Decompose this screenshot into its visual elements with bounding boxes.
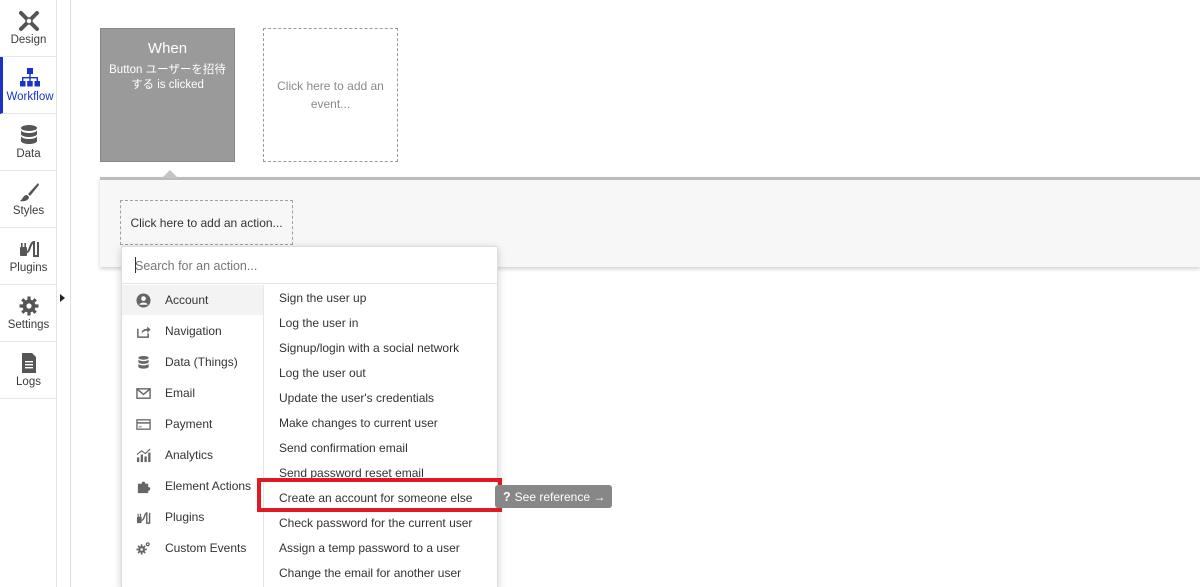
- nav-label-design: Design: [10, 34, 47, 46]
- plug-icon: [19, 240, 39, 257]
- action-search-input[interactable]: [135, 256, 485, 276]
- nav-label-styles: Styles: [12, 205, 45, 217]
- category-list: Account Navigation Data (Things) Email P…: [122, 285, 264, 587]
- question-icon: ?: [503, 489, 511, 504]
- event-description: Button ユーザーを招待する is clicked: [109, 64, 226, 91]
- action-update-credentials[interactable]: Update the user's credentials: [265, 385, 497, 410]
- action-search-bar: [122, 247, 497, 284]
- envelope-icon: [136, 387, 151, 399]
- action-assign-temp-password[interactable]: Assign a temp password to a user: [265, 535, 497, 560]
- nav-item-workflow[interactable]: Workflow: [0, 57, 57, 114]
- event-card[interactable]: When Button ユーザーを招待する is clicked: [100, 28, 235, 162]
- category-label: Data (Things): [165, 355, 238, 369]
- add-action-label: Click here to add an action...: [130, 215, 283, 230]
- action-send-password-reset[interactable]: Send password reset email: [265, 460, 497, 485]
- action-check-password[interactable]: Check password for the current user: [265, 510, 497, 535]
- nav-item-styles[interactable]: Styles: [0, 171, 57, 228]
- see-reference-button[interactable]: ? See reference →: [495, 485, 612, 508]
- brush-icon: [19, 183, 39, 202]
- category-label: Account: [165, 293, 209, 307]
- document-icon: [21, 353, 36, 373]
- puzzle-icon: [137, 481, 151, 493]
- share-arrow-icon: [137, 325, 151, 338]
- text-cursor: [135, 257, 136, 273]
- action-log-out[interactable]: Log the user out: [265, 360, 497, 385]
- action-make-changes-current-user[interactable]: Make changes to current user: [265, 410, 497, 435]
- action-list: Sign the user up Log the user in Signup/…: [265, 285, 497, 587]
- action-picker-dropdown: Account Navigation Data (Things): [121, 246, 498, 587]
- action-send-confirmation-email[interactable]: Send confirmation email: [265, 435, 497, 460]
- nav-label-plugins: Plugins: [9, 262, 48, 274]
- credit-card-icon: [136, 418, 151, 430]
- nav-item-logs[interactable]: Logs: [0, 342, 57, 399]
- category-label: Analytics: [165, 448, 214, 462]
- sidebar-expand-icon[interactable]: [60, 294, 65, 302]
- bubble-editor: Design Workflow Data Styles Plugins Sett…: [0, 0, 1200, 587]
- category-email[interactable]: Email: [122, 378, 263, 408]
- nav-label-logs: Logs: [16, 376, 41, 388]
- add-action-button[interactable]: Click here to add an action...: [120, 200, 293, 245]
- workflow-icon: [20, 68, 40, 87]
- nav-label-data: Data: [16, 148, 41, 160]
- category-data-things[interactable]: Data (Things): [122, 347, 263, 377]
- left-nav: Design Workflow Data Styles Plugins Sett…: [0, 0, 57, 587]
- nav-item-settings[interactable]: Settings: [0, 285, 57, 342]
- category-custom-events[interactable]: Custom Events: [122, 533, 263, 563]
- category-label: Plugins: [165, 510, 205, 524]
- database-icon: [138, 355, 149, 369]
- category-analytics[interactable]: Analytics: [122, 440, 263, 470]
- see-reference-label: See reference →: [514, 489, 606, 504]
- action-sign-up[interactable]: Sign the user up: [265, 285, 497, 310]
- category-label: Element Actions: [165, 479, 252, 493]
- category-label: Payment: [165, 417, 213, 431]
- event-pointer: [162, 170, 178, 178]
- nav-item-data[interactable]: Data: [0, 114, 57, 171]
- design-icon: [18, 11, 39, 31]
- category-navigation[interactable]: Navigation: [122, 316, 263, 346]
- nav-label-settings: Settings: [7, 319, 50, 331]
- gear-icon: [19, 296, 38, 316]
- category-payment[interactable]: Payment: [122, 409, 263, 439]
- category-label: Custom Events: [165, 541, 247, 555]
- add-event-label: Click here to add an event...: [277, 79, 384, 111]
- category-label: Email: [165, 386, 196, 400]
- divider: [70, 0, 71, 587]
- nav-label-workflow: Workflow: [6, 91, 54, 103]
- event-title: When: [147, 40, 188, 57]
- add-event-button[interactable]: Click here to add an event...: [263, 28, 398, 162]
- gears-icon: [136, 541, 150, 555]
- category-label: Navigation: [165, 324, 222, 338]
- database-icon: [20, 125, 37, 144]
- user-circle-icon: [136, 292, 151, 308]
- category-plugins[interactable]: Plugins: [122, 502, 263, 532]
- nav-item-design[interactable]: Design: [0, 0, 57, 57]
- action-create-account-for-someone[interactable]: Create an account for someone else: [265, 485, 497, 510]
- action-change-email-other-user[interactable]: Change the email for another user: [265, 560, 497, 585]
- plug-icon: [136, 511, 151, 524]
- nav-item-plugins[interactable]: Plugins: [0, 228, 57, 285]
- category-element-actions[interactable]: Element Actions: [122, 471, 263, 501]
- action-log-in[interactable]: Log the user in: [265, 310, 497, 335]
- bar-chart-icon: [136, 448, 151, 462]
- action-social-login[interactable]: Signup/login with a social network: [265, 335, 497, 360]
- category-account[interactable]: Account: [122, 285, 263, 315]
